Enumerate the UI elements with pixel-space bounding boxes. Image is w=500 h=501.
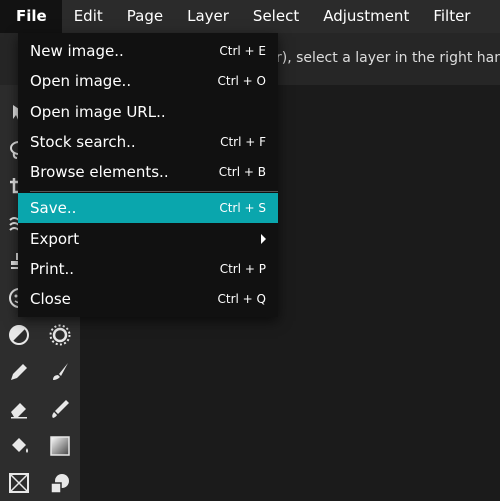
menu-item-shortcut: Ctrl + E: [219, 44, 266, 58]
brush-icon[interactable]: [46, 358, 74, 386]
color-replace-icon[interactable]: [46, 395, 74, 423]
menu-divider: [30, 191, 278, 192]
menu-item-open-image[interactable]: Open image.. Ctrl + O: [18, 66, 278, 96]
submenu-arrow-icon: [261, 234, 266, 244]
brightness-icon[interactable]: [46, 321, 74, 349]
eraser-icon[interactable]: [5, 395, 33, 423]
menu-item-label: Open image URL..: [30, 103, 166, 121]
menu-item-shortcut: Ctrl + O: [217, 74, 266, 88]
menu-item-label: Open image..: [30, 72, 132, 90]
menu-item-shortcut: Ctrl + B: [218, 165, 266, 179]
menu-file[interactable]: File: [0, 0, 62, 33]
menu-item-save[interactable]: Save.. Ctrl + S: [18, 193, 278, 223]
menu-item-label: Save..: [30, 199, 77, 217]
menu-item-close[interactable]: Close Ctrl + Q: [18, 284, 278, 314]
menu-select[interactable]: Select: [241, 0, 311, 33]
pencil-icon[interactable]: [5, 358, 33, 386]
file-menu-dropdown: New image.. Ctrl + E Open image.. Ctrl +…: [18, 33, 278, 317]
menu-item-open-image-url[interactable]: Open image URL..: [18, 97, 278, 127]
menu-item-label: Close: [30, 290, 71, 308]
menu-item-label: Print..: [30, 260, 75, 278]
menu-item-shortcut: Ctrl + P: [219, 262, 266, 276]
menu-item-label: Stock search..: [30, 133, 136, 151]
menu-filter[interactable]: Filter: [421, 0, 482, 33]
menu-edit[interactable]: Edit: [62, 0, 115, 33]
menubar: File Edit Page Layer Select Adjustment F…: [0, 0, 500, 33]
menu-page[interactable]: Page: [115, 0, 175, 33]
menu-item-shortcut: Ctrl + S: [219, 201, 266, 215]
menu-item-shortcut: Ctrl + F: [220, 135, 266, 149]
dodge-burn-icon[interactable]: [5, 321, 33, 349]
gradient-icon[interactable]: [46, 432, 74, 460]
menu-item-new-image[interactable]: New image.. Ctrl + E: [18, 36, 278, 66]
menu-layer[interactable]: Layer: [175, 0, 241, 33]
menu-item-shortcut: Ctrl + Q: [217, 292, 266, 306]
menu-item-browse-elements[interactable]: Browse elements.. Ctrl + B: [18, 157, 278, 187]
menu-adjustment[interactable]: Adjustment: [311, 0, 421, 33]
menu-item-stock-search[interactable]: Stock search.. Ctrl + F: [18, 127, 278, 157]
shape-icon[interactable]: [46, 469, 74, 497]
menu-item-label: New image..: [30, 42, 124, 60]
menu-item-print[interactable]: Print.. Ctrl + P: [18, 254, 278, 284]
menu-item-label: Export: [30, 230, 80, 248]
image-placeholder-icon[interactable]: [5, 469, 33, 497]
paint-bucket-icon[interactable]: [5, 432, 33, 460]
menu-item-label: Browse elements..: [30, 163, 169, 181]
menu-item-export[interactable]: Export: [18, 224, 278, 254]
